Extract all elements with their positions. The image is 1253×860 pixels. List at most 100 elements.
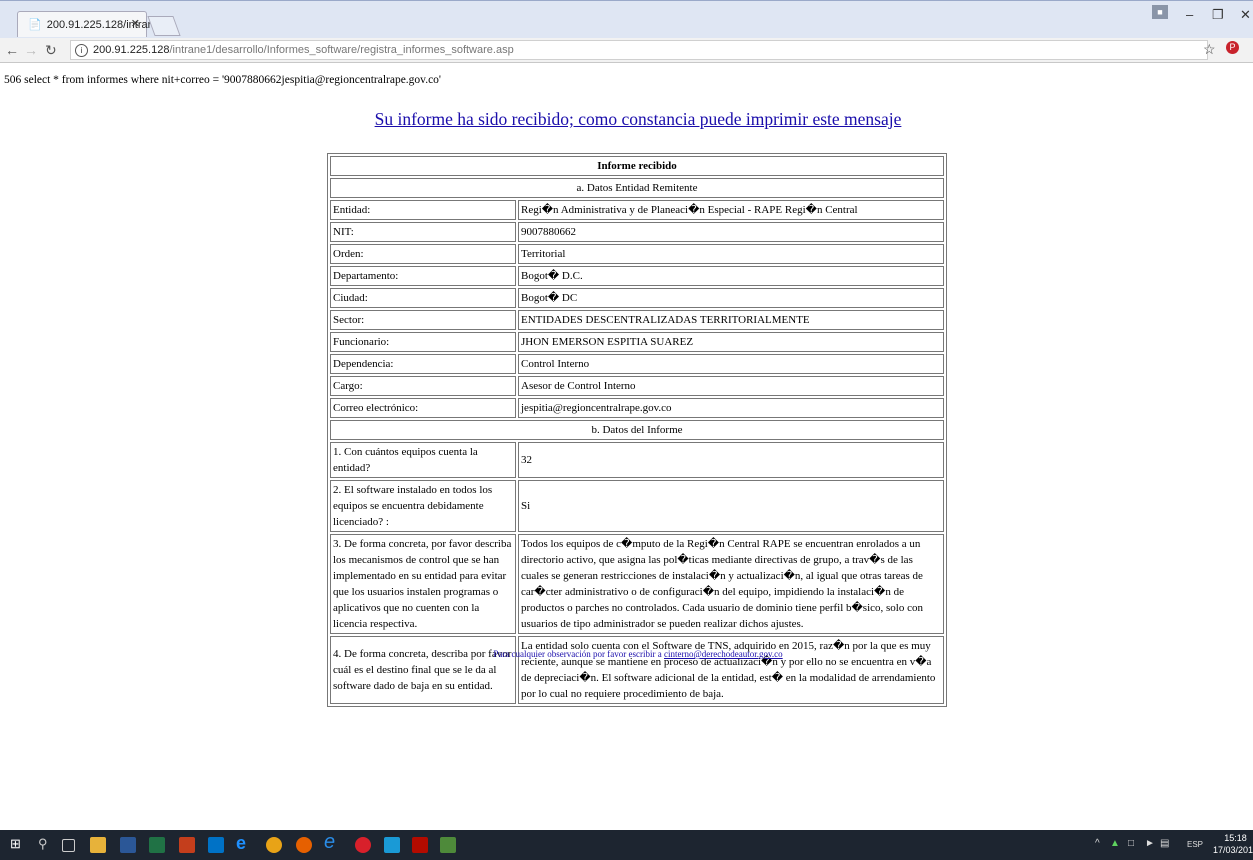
field-label: Sector: — [330, 310, 516, 330]
clock-time: 15:18 — [1224, 833, 1247, 843]
firefox-icon[interactable] — [296, 837, 312, 853]
opera-icon[interactable] — [355, 837, 371, 853]
table-row: Orden: Territorial — [330, 244, 944, 264]
tray-chevron-icon[interactable]: ^ — [1095, 838, 1100, 849]
volume-icon[interactable]: ► — [1145, 838, 1155, 849]
field-value: Todos los equipos de c�mputo de la Regi�… — [518, 534, 944, 634]
field-label: NIT: — [330, 222, 516, 242]
table-row: 3. De forma concreta, por favor describa… — [330, 534, 944, 634]
restore-icon[interactable]: ❐ — [1212, 7, 1224, 23]
powerpoint-icon[interactable] — [179, 837, 195, 853]
page-icon: 📄 — [28, 19, 42, 31]
table-row: NIT: 9007880662 — [330, 222, 944, 242]
field-value: Asesor de Control Interno — [518, 376, 944, 396]
menu-icon[interactable]: ⋮ — [1247, 40, 1253, 57]
notifications-icon[interactable]: ▤ — [1160, 838, 1169, 849]
field-label: Funcionario: — [330, 332, 516, 352]
section-a-heading: a. Datos Entidad Remitente — [330, 178, 944, 198]
table-row: Cargo: Asesor de Control Interno — [330, 376, 944, 396]
field-value: La entidad solo cuenta con el Software d… — [518, 636, 944, 704]
address-bar[interactable]: i 200.91.225.128/intrane1/desarrollo/Info… — [70, 40, 1208, 60]
windows-start-icon[interactable]: ⊞ — [10, 836, 26, 852]
footnote-text: Para cualquier observación por favor esc… — [493, 649, 664, 659]
app-icon[interactable] — [440, 837, 456, 853]
field-value: Bogot� DC — [518, 288, 944, 308]
field-value: Regi�n Administrativa y de Planeaci�n Es… — [518, 200, 944, 220]
back-icon[interactable]: ← — [5, 42, 19, 58]
field-value: jespitia@regioncentralrape.gov.co — [518, 398, 944, 418]
section-b-heading: b. Datos del Informe — [330, 420, 944, 440]
tray-network-icon[interactable]: ▲ — [1110, 838, 1120, 849]
field-label: Departamento: — [330, 266, 516, 286]
browser-tab[interactable]: 📄 200.91.225.128/intrane1/ ✕ — [17, 11, 169, 37]
table-row: 2. El software instalado en todos los eq… — [330, 480, 944, 532]
internet-explorer-icon[interactable]: e — [236, 833, 252, 853]
field-value: Si — [518, 480, 944, 532]
edge-icon[interactable]: e — [324, 831, 340, 853]
section-b-row: b. Datos del Informe — [330, 420, 944, 440]
table-row: 1. Con cuántos equipos cuenta la entidad… — [330, 442, 944, 478]
table-row: 4. De forma concreta, describa por favor… — [330, 636, 944, 704]
file-explorer-icon[interactable] — [90, 837, 106, 853]
field-value: 9007880662 — [518, 222, 944, 242]
field-label: Cargo: — [330, 376, 516, 396]
browser-tabstrip: 📄 200.91.225.128/intrane1/ ✕ ■ – ❐ ✕ — [0, 0, 1253, 39]
confirmation-headline[interactable]: Su informe ha sido recibido; como consta… — [0, 109, 1253, 130]
report-table: Informe recibido a. Datos Entidad Remite… — [327, 153, 947, 707]
table-row: Sector: ENTIDADES DESCENTRALIZADAS TERRIT… — [330, 310, 944, 330]
profile-icon[interactable]: ■ — [1152, 5, 1168, 19]
page-content: 506 select * from informes where nit+cor… — [0, 63, 1253, 830]
forward-icon[interactable]: → — [24, 42, 38, 58]
task-view-icon[interactable] — [62, 839, 75, 852]
close-window-icon[interactable]: ✕ — [1240, 7, 1251, 23]
table-title: Informe recibido — [330, 156, 944, 176]
search-icon[interactable]: ⚲ — [38, 836, 54, 852]
sql-debug-text: 506 select * from informes where nit+cor… — [4, 74, 441, 86]
table-row: Dependencia: Control Interno — [330, 354, 944, 374]
close-tab-icon[interactable]: ✕ — [131, 17, 140, 30]
table-row: Funcionario: JHON EMERSON ESPITIA SUAREZ — [330, 332, 944, 352]
clock-date: 17/03/2017 — [1213, 845, 1253, 855]
field-label: Dependencia: — [330, 354, 516, 374]
section-a-row: a. Datos Entidad Remitente — [330, 178, 944, 198]
tray-monitor-icon[interactable]: □ — [1128, 838, 1134, 849]
pinterest-icon[interactable]: P — [1226, 41, 1239, 54]
url-host: 200.91.225.128 — [93, 44, 170, 56]
minimize-icon[interactable]: – — [1186, 7, 1193, 22]
field-label: 1. Con cuántos equipos cuenta la entidad… — [330, 442, 516, 478]
table-row: Ciudad: Bogot� DC — [330, 288, 944, 308]
table-row: Entidad: Regi�n Administrativa y de Plane… — [330, 200, 944, 220]
field-value: Control Interno — [518, 354, 944, 374]
field-label: 4. De forma concreta, describa por favor… — [330, 636, 516, 704]
field-label: Correo electrónico: — [330, 398, 516, 418]
field-label: Orden: — [330, 244, 516, 264]
field-label: Entidad: — [330, 200, 516, 220]
excel-icon[interactable] — [149, 837, 165, 853]
bookmark-star-icon[interactable]: ☆ — [1203, 41, 1216, 58]
field-value: Territorial — [518, 244, 944, 264]
acrobat-icon[interactable] — [412, 837, 428, 853]
skype-icon[interactable] — [384, 837, 400, 853]
reload-icon[interactable]: ↻ — [45, 42, 57, 59]
table-row: Correo electrónico: jespitia@regioncentra… — [330, 398, 944, 418]
info-icon[interactable]: i — [75, 44, 88, 57]
table-row: Departamento: Bogot� D.C. — [330, 266, 944, 286]
taskbar-clock[interactable]: 15:18 17/03/2017 — [1213, 832, 1253, 856]
field-value: Bogot� D.C. — [518, 266, 944, 286]
footnote: Para cualquier observación por favor esc… — [0, 649, 1253, 659]
language-indicator[interactable]: ESP — [1187, 840, 1203, 849]
field-value: ENTIDADES DESCENTRALIZADAS TERRITORIALME… — [518, 310, 944, 330]
word-icon[interactable] — [120, 837, 136, 853]
browser-toolbar: ← → ↻ i 200.91.225.128/intrane1/desarroll… — [0, 38, 1253, 63]
outlook-icon[interactable] — [208, 837, 224, 853]
windows-taskbar: ⊞ ⚲ e e ^ ▲ □ ► ▤ ESP 15:18 17/03/2017 — [0, 830, 1253, 860]
field-value: JHON EMERSON ESPITIA SUAREZ — [518, 332, 944, 352]
chrome-icon[interactable] — [266, 837, 282, 853]
field-label: 3. De forma concreta, por favor describa… — [330, 534, 516, 634]
field-value: 32 — [518, 442, 944, 478]
contact-email-link[interactable]: cinterno@derechodeautor.gov.co — [664, 649, 783, 659]
field-label: 2. El software instalado en todos los eq… — [330, 480, 516, 532]
table-title-row: Informe recibido — [330, 156, 944, 176]
field-label: Ciudad: — [330, 288, 516, 308]
new-tab-button[interactable] — [147, 16, 181, 36]
